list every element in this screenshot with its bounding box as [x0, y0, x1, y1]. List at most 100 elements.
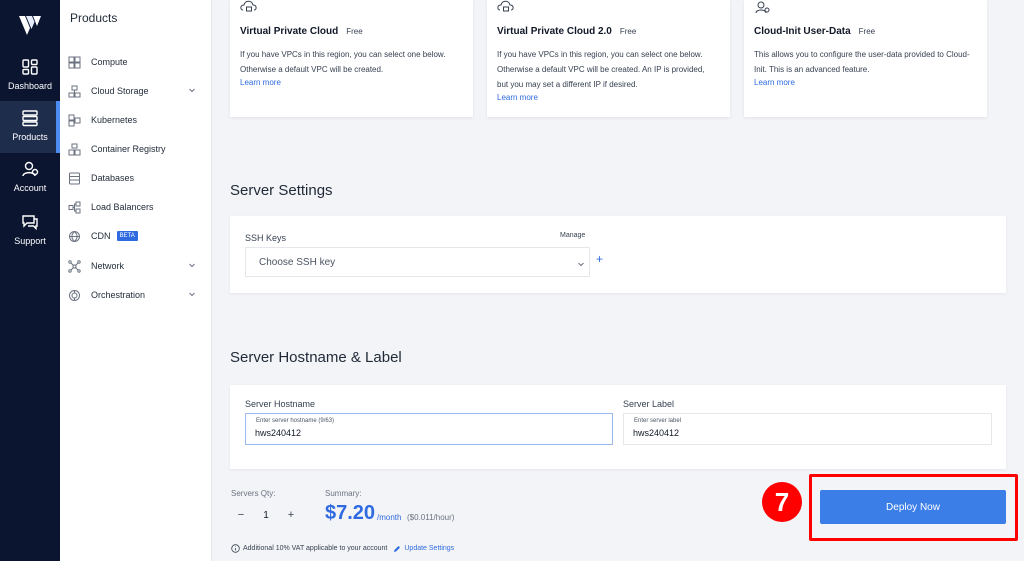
account-icon: [22, 161, 39, 177]
chevron-down-icon: [189, 263, 195, 268]
server-settings-panel: SSH Keys Manage Choose SSH key +: [230, 216, 1006, 293]
menu-label-databases: Databases: [91, 173, 135, 183]
menu-label-container-registry: Container Registry: [91, 144, 166, 154]
rail-item-account[interactable]: Account: [0, 160, 60, 210]
cloud-init-card-title: Cloud-Init User-Data Free: [754, 26, 876, 37]
vpc2-card[interactable]: Virtual Private Cloud 2.0 Free If you hav…: [487, 0, 730, 117]
rail-label-products: Products: [12, 132, 48, 142]
menu-item-compute[interactable]: Compute: [68, 51, 208, 73]
menu-item-container-registry[interactable]: Container Registry: [68, 138, 208, 160]
rail-item-support[interactable]: Support: [0, 213, 60, 263]
deploy-footer: Servers Qty: − 1 + Summary: $7.20 /month…: [212, 474, 1024, 561]
hostname-panel: Server Hostname Enter server hostname (9…: [230, 385, 1006, 469]
cloud-lock-icon: [497, 0, 514, 12]
info-icon: [231, 544, 240, 553]
deploy-now-button[interactable]: Deploy Now: [820, 490, 1006, 524]
learn-more-link[interactable]: Learn more: [754, 78, 795, 87]
server-hostname-input[interactable]: [255, 428, 555, 438]
server-label-label: Server Label: [623, 399, 675, 409]
summary-label: Summary:: [325, 489, 362, 498]
menu-item-orchestration[interactable]: Orchestration: [68, 284, 208, 306]
beta-badge: BETA: [116, 231, 138, 241]
manage-ssh-link[interactable]: Manage: [560, 232, 585, 239]
pencil-icon: [394, 545, 401, 552]
menu-item-cloud-storage[interactable]: Cloud Storage: [68, 80, 208, 102]
learn-more-link[interactable]: Learn more: [240, 78, 281, 87]
chevron-down-icon: [189, 88, 195, 93]
vat-notice: Additional 10% VAT applicable to your ac…: [231, 544, 454, 553]
qty-value[interactable]: 1: [251, 510, 281, 521]
left-rail: Dashboard Products Account Support: [0, 0, 60, 561]
support-chat-icon: [22, 215, 38, 231]
quantity-stepper[interactable]: − 1 +: [231, 504, 301, 526]
summary-per-month: /month: [377, 513, 402, 522]
servers-qty-label: Servers Qty:: [231, 489, 276, 498]
rail-label-dashboard: Dashboard: [7, 81, 53, 91]
products-icon: [22, 110, 38, 127]
network-icon: [68, 259, 81, 273]
learn-more-link[interactable]: Learn more: [497, 93, 538, 102]
dashboard-icon: [22, 59, 38, 75]
vpc-card-description: If you have VPCs in this region, you can…: [240, 50, 446, 74]
products-menu-title: Products: [70, 11, 118, 25]
menu-item-cdn[interactable]: CDN BETA: [68, 225, 208, 247]
menu-label-network: Network: [91, 261, 125, 271]
server-label-field[interactable]: Enter server label: [623, 413, 992, 445]
container-registry-icon: [68, 143, 81, 155]
server-settings-title: Server Settings: [230, 182, 333, 199]
cloud-storage-icon: [68, 85, 81, 97]
cloud-init-card[interactable]: Cloud-Init User-Data Free This allows you…: [744, 0, 987, 117]
vpc2-card-description: If you have VPCs in this region, you can…: [497, 50, 705, 89]
menu-label-cloud-storage: Cloud Storage: [91, 86, 149, 96]
chevron-down-icon: [578, 262, 584, 267]
ssh-key-select[interactable]: Choose SSH key: [245, 247, 590, 277]
orchestration-icon: [69, 289, 80, 301]
menu-label-cdn: CDN: [91, 231, 111, 241]
server-hostname-label: Server Hostname: [245, 399, 316, 409]
menu-label-orchestration: Orchestration: [91, 290, 146, 300]
menu-item-load-balancers[interactable]: Load Balancers: [68, 196, 208, 218]
qty-decrease-button[interactable]: −: [231, 504, 251, 526]
cloud-init-card-description: This allows you to configure the user-da…: [754, 50, 970, 74]
update-settings-label: Update Settings: [404, 545, 455, 552]
products-menu: Products Compute Cloud Storage Kubernete…: [60, 0, 212, 561]
server-hostname-field[interactable]: Enter server hostname (9/63): [245, 413, 613, 445]
load-balancers-icon: [68, 201, 81, 213]
update-settings-link[interactable]: Update Settings: [393, 545, 454, 553]
cloud-lock-icon: [240, 0, 257, 12]
rail-item-products[interactable]: Products: [0, 101, 60, 153]
menu-item-kubernetes[interactable]: Kubernetes: [68, 109, 208, 131]
menu-item-databases[interactable]: Databases: [68, 167, 208, 189]
qty-increase-button[interactable]: +: [281, 504, 301, 526]
vpc2-card-price: Free: [619, 27, 637, 36]
ssh-keys-label: SSH Keys: [245, 233, 287, 243]
summary-per-hour: ($0.011/hour): [407, 513, 455, 522]
hostname-section-title: Server Hostname & Label: [230, 349, 402, 366]
vpc-card-title: Virtual Private Cloud Free: [240, 26, 363, 37]
menu-label-kubernetes: Kubernetes: [91, 115, 138, 125]
rail-label-support: Support: [14, 236, 46, 246]
kubernetes-icon: [68, 114, 81, 126]
menu-label-compute: Compute: [91, 57, 128, 67]
step-number-badge: 7: [762, 482, 802, 522]
ssh-key-select-value: Choose SSH key: [259, 256, 336, 268]
vultr-logo-icon[interactable]: [19, 16, 41, 36]
chevron-down-icon: [189, 292, 195, 297]
vat-text: Additional 10% VAT applicable to your ac…: [243, 545, 388, 552]
databases-icon: [69, 172, 80, 184]
vpc2-card-title: Virtual Private Cloud 2.0 Free: [497, 26, 637, 37]
server-label-placeholder: Enter server label: [634, 418, 682, 424]
server-hostname-placeholder: Enter server hostname (9/63): [256, 418, 335, 424]
rail-label-account: Account: [13, 183, 47, 193]
cdn-icon: [69, 230, 80, 242]
cloud-init-card-price: Free: [858, 27, 876, 36]
vpc-card[interactable]: Virtual Private Cloud Free If you have VP…: [230, 0, 473, 117]
server-label-input[interactable]: [633, 428, 933, 438]
user-data-icon: [755, 1, 770, 14]
menu-item-network[interactable]: Network: [68, 255, 208, 277]
compute-icon: [68, 56, 81, 68]
vpc-card-price: Free: [346, 27, 363, 36]
menu-label-load-balancers: Load Balancers: [91, 202, 154, 212]
add-ssh-key-button[interactable]: +: [596, 252, 603, 266]
summary-price: $7.20: [325, 502, 376, 524]
